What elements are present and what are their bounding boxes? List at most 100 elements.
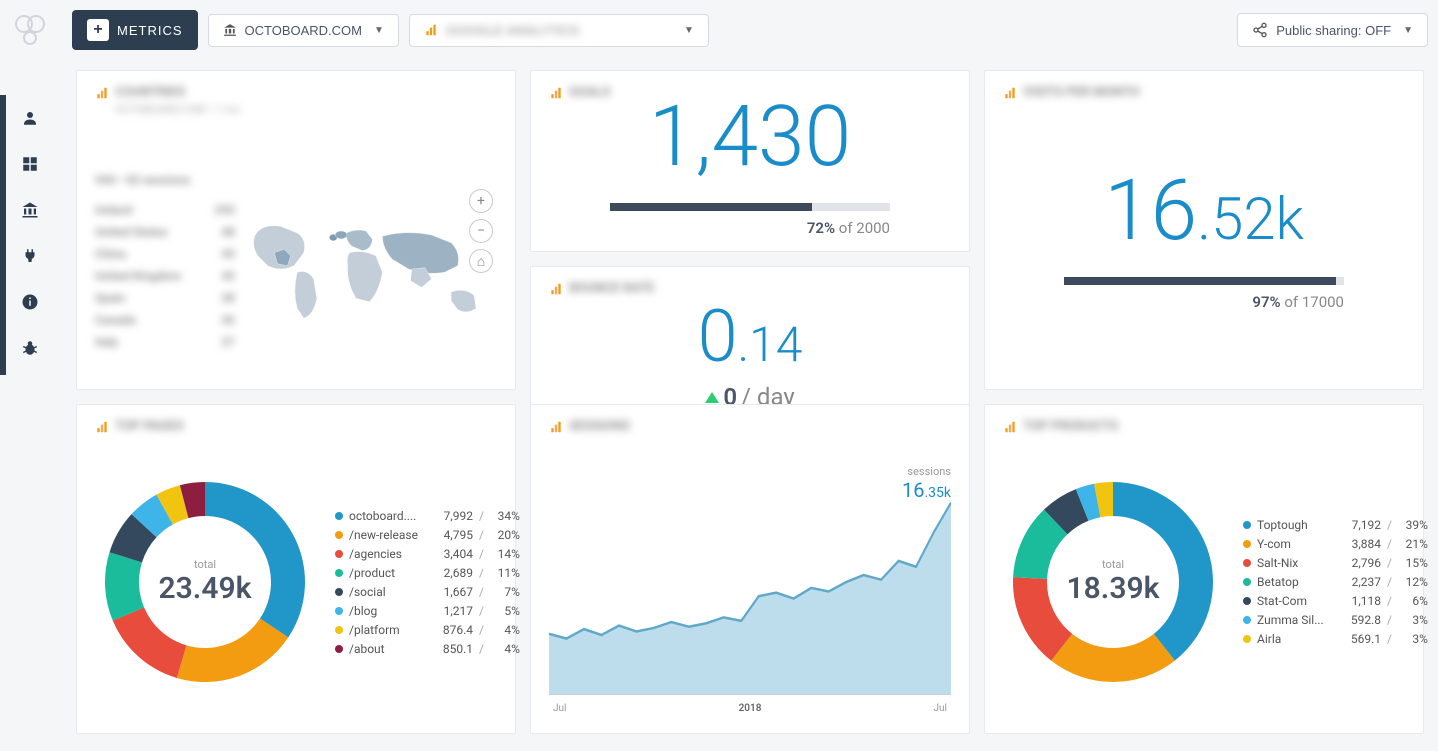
sidebar-item-organization[interactable] — [0, 187, 60, 233]
plus-icon: + — [87, 19, 109, 41]
sidebar-item-profile[interactable] — [0, 95, 60, 141]
legend-row: octoboard....7,992/34% — [335, 506, 520, 525]
card-title: SESSIONS — [569, 419, 630, 434]
visits-percent: 97% — [1252, 293, 1280, 311]
card-title: BOUNCE RATE — [569, 281, 654, 296]
top-pages-card: TOP PAGES total 23.49k octoboard....7,99… — [76, 404, 516, 734]
site-dropdown[interactable]: OCTOBOARD.COM ▼ — [208, 14, 399, 47]
legend-row: Stat-Com1,118/6% — [1243, 592, 1428, 611]
sessions-card: SESSIONS sessions 16.35k Jul 2018 Jul — [530, 404, 970, 734]
home-button[interactable]: ⌂ — [469, 249, 493, 273]
card-title: GOALS — [569, 85, 610, 100]
legend-row: /agencies3,404/14% — [335, 544, 520, 563]
country-row: Ireland295 — [95, 199, 235, 221]
zoom-out-button[interactable]: − — [469, 219, 493, 243]
legend-row: Betatop2,237/12% — [1243, 573, 1428, 592]
visits-value: 16.52k — [1104, 169, 1304, 253]
bounce-value: 0.14 — [698, 301, 803, 373]
sidebar-item-info[interactable] — [0, 279, 60, 325]
countries-card: COUNTRIES OCTOBOARD.COM • 1 mo 940 • 50 … — [76, 70, 516, 390]
grid-icon — [21, 155, 39, 173]
metrics-label: METRICS — [117, 23, 183, 38]
card-title: VISITS PER MONTH — [1023, 85, 1139, 100]
donut-total-label: total — [194, 558, 216, 571]
card-title: COUNTRIES — [115, 85, 185, 100]
chevron-down-icon: ▼ — [374, 25, 384, 36]
legend-row: Toptough7,192/39% — [1243, 516, 1428, 535]
goals-value: 1,430 — [649, 95, 852, 179]
legend-row: /product2,689/11% — [335, 563, 520, 582]
analytics-icon — [549, 282, 563, 296]
app-logo — [0, 0, 60, 60]
sessions-area-chart — [549, 495, 951, 695]
donut-total-value: 18.39k — [1067, 571, 1160, 606]
add-metrics-button[interactable]: + METRICS — [72, 10, 198, 50]
sidebar — [0, 0, 60, 751]
info-icon — [21, 293, 39, 311]
world-map[interactable] — [235, 169, 497, 369]
visits-of-label: of 17000 — [1284, 293, 1344, 311]
bug-icon — [21, 339, 39, 357]
analytics-icon — [1003, 86, 1017, 100]
bank-icon — [223, 23, 237, 37]
zoom-in-button[interactable]: + — [469, 189, 493, 213]
user-icon — [21, 109, 39, 127]
country-header: 940 • 50 sessions — [95, 169, 235, 191]
bank-icon — [21, 201, 39, 219]
site-label: OCTOBOARD.COM — [245, 23, 363, 38]
goals-of-label: of 2000 — [839, 219, 890, 237]
card-title: TOP PAGES — [115, 419, 183, 434]
analytics-icon — [95, 420, 109, 434]
goals-card: GOALS 1,430 72% of 2000 — [530, 70, 970, 252]
card-title: TOP PRODUCTS — [1023, 419, 1118, 434]
card-subtitle: OCTOBOARD.COM • 1 mo — [115, 103, 240, 116]
legend-row: Airla569.1/3% — [1243, 630, 1428, 649]
analytics-icon — [95, 86, 109, 100]
share-label: Public sharing: OFF — [1276, 23, 1391, 38]
top-pages-legend: octoboard....7,992/34%/new-release4,795/… — [335, 506, 520, 658]
sessions-value: 16.35k — [902, 478, 951, 502]
analytics-icon — [549, 86, 563, 100]
top-products-card: TOP PRODUCTS total 18.39k Toptough7,192/… — [984, 404, 1424, 734]
country-row: Spain38 — [95, 287, 235, 309]
legend-row: /blog1,217/5% — [335, 601, 520, 620]
sidebar-item-integrations[interactable] — [0, 233, 60, 279]
country-row: Canada36 — [95, 309, 235, 331]
integration-dropdown[interactable]: GOOGLE ANALYTICS ▼ — [409, 14, 709, 47]
goals-percent: 72% — [807, 219, 835, 237]
visits-progress — [1064, 277, 1344, 285]
chevron-down-icon: ▼ — [684, 25, 694, 36]
legend-row: Y-com3,884/21% — [1243, 535, 1428, 554]
public-sharing-toggle[interactable]: Public sharing: OFF ▼ — [1237, 13, 1428, 47]
trend-up-icon — [705, 392, 719, 403]
goals-progress — [610, 203, 890, 211]
sidebar-item-debug[interactable] — [0, 325, 60, 371]
legend-row: Zumma Sil...592.8/3% — [1243, 611, 1428, 630]
sessions-x-axis: Jul 2018 Jul — [549, 703, 951, 714]
countries-list: 940 • 50 sessions Ireland295United State… — [95, 139, 235, 375]
country-row: China45 — [95, 243, 235, 265]
plug-icon — [21, 247, 39, 265]
legend-row: Salt-Nix2,796/15% — [1243, 554, 1428, 573]
chevron-down-icon: ▼ — [1403, 25, 1413, 36]
legend-row: /about850.1/4% — [335, 639, 520, 658]
visits-card: VISITS PER MONTH 16.52k 97% of 17000 — [984, 70, 1424, 390]
topbar: + METRICS OCTOBOARD.COM ▼ GOOGLE ANALYTI… — [60, 0, 1438, 60]
country-row: United Kingdom45 — [95, 265, 235, 287]
top-products-legend: Toptough7,192/39%Y-com3,884/21%Salt-Nix2… — [1243, 516, 1428, 649]
legend-row: /new-release4,795/20% — [335, 525, 520, 544]
legend-row: /platform876.4/4% — [335, 620, 520, 639]
sessions-label: sessions — [902, 465, 951, 478]
analytics-icon — [1003, 420, 1017, 434]
country-row: United States48 — [95, 221, 235, 243]
legend-row: /social1,667/7% — [335, 582, 520, 601]
sidebar-item-dashboard[interactable] — [0, 141, 60, 187]
bounce-rate-card: BOUNCE RATE 0.14 0 / day — [530, 266, 970, 426]
donut-total-value: 23.49k — [159, 571, 252, 606]
country-row: Italy27 — [95, 331, 235, 353]
analytics-icon — [549, 420, 563, 434]
share-icon — [1252, 22, 1268, 38]
integration-label: GOOGLE ANALYTICS — [446, 23, 579, 38]
donut-total-label: total — [1102, 558, 1124, 571]
analytics-icon — [424, 23, 438, 37]
